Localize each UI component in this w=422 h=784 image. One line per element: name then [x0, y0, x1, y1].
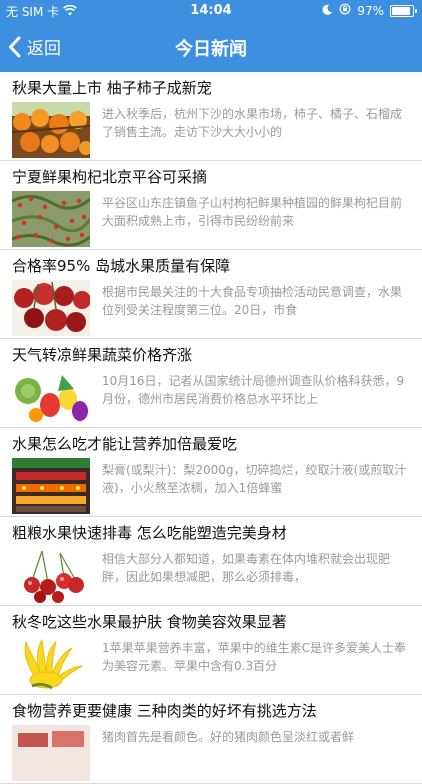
navigation-bar: 返回 今日新闻 — [0, 22, 422, 72]
news-summary: 1苹果苹果营养丰富，苹果中的维生素C是许多爱美人士奉为美容元素。苹果中含有0.3… — [102, 641, 407, 673]
news-item[interactable]: 天气转凉鲜果蔬菜价格齐涨 10月16日，记者从国家统计局德州调查队价格科获悉，9… — [0, 339, 422, 428]
news-title: 宁夏鲜果枸杞北京平谷可采摘 — [12, 168, 208, 186]
moon-icon — [322, 4, 333, 18]
news-summary: 相信大部分人都知道，如果毒素在体内堆积就会出现肥胖，因此如果想减肥，那么必须排毒… — [102, 552, 391, 584]
news-summary: 根据市民最关注的十大食品专项抽检活动民意调查，水果位列受关注程度第三位。20日，… — [102, 285, 403, 317]
news-item[interactable]: 秋果大量上市 柚子柿子成新宠 进入秋季后，杭州下沙的水果市场，柿子、橘子、石榴成… — [0, 72, 422, 161]
status-right: 97% — [322, 3, 417, 18]
battery-icon — [390, 4, 417, 17]
news-summary: 梨膏(或梨汁)：梨2000g，切碎捣烂，绞取汁液(或煎取汁液)，小火熬至浓稠，加… — [102, 463, 407, 495]
meat-image — [12, 725, 90, 781]
red-cherries-image — [12, 547, 90, 603]
vegetables-image — [12, 369, 90, 425]
news-item[interactable]: 合格率95% 岛城水果质量有保障 根据市民最关注的十大食品专项抽检活动民意调查，… — [0, 250, 422, 339]
news-summary: 平谷区山东庄镇鱼子山村枸杞鲜果种植园的鲜果枸杞目前大面积成熟上市，引得市民纷纷前… — [102, 196, 403, 228]
news-summary: 猪肉首先是看颜色。好的猪肉颜色呈淡红或者鲜 — [102, 730, 355, 744]
news-title: 合格率95% 岛城水果质量有保障 — [12, 257, 231, 275]
goji-berries-image — [12, 191, 90, 247]
news-item[interactable]: 水果怎么吃才能让营养加倍最爱吃 梨膏(或梨汁)：梨2000g，切碎捣烂，绞取汁液… — [0, 428, 422, 517]
news-item[interactable]: 宁夏鲜果枸杞北京平谷可采摘 平谷区山东庄镇鱼子山村枸杞鲜果种植园的鲜果枸杞目前大… — [0, 161, 422, 250]
battery-percent: 97% — [357, 3, 384, 18]
news-item[interactable]: 粗粮水果快速排毒 怎么吃能塑造完美身材 相信大部分人都知道，如果毒素在体内堆积就… — [0, 517, 422, 606]
news-summary: 进入秋季后，杭州下沙的水果市场，柿子、橘子、石榴成了销售主流。走访下沙大大小小的 — [102, 107, 403, 139]
rotation-lock-icon — [339, 3, 351, 18]
news-item[interactable]: 食物营养更要健康 三种肉类的好坏有挑选方法 猪肉首先是看颜色。好的猪肉颜色呈淡红… — [0, 695, 422, 784]
persimmons-image — [12, 102, 90, 158]
news-list: 秋果大量上市 柚子柿子成新宠 进入秋季后，杭州下沙的水果市场，柿子、橘子、石榴成… — [0, 72, 422, 784]
news-item[interactable]: 秋冬吃这些水果最护肤 食物美容效果显著 1苹果苹果营养丰富，苹果中的维生素C是许… — [0, 606, 422, 695]
news-title: 秋果大量上市 柚子柿子成新宠 — [12, 79, 212, 97]
news-title: 水果怎么吃才能让营养加倍最爱吃 — [12, 435, 238, 453]
news-title: 秋冬吃这些水果最护肤 食物美容效果显著 — [12, 613, 287, 631]
status-bar: 无 SIM 卡 14:04 97% — [0, 0, 422, 22]
news-title: 天气转凉鲜果蔬菜价格齐涨 — [12, 346, 193, 364]
news-title: 粗粮水果快速排毒 怎么吃能塑造完美身材 — [12, 524, 287, 542]
news-summary: 10月16日，记者从国家统计局德州调查队价格科获悉，9月份，德州市居民消费价格总… — [102, 374, 405, 406]
page-title: 今日新闻 — [175, 39, 247, 60]
buddhas-hand-image — [12, 636, 90, 692]
cherries-image — [12, 280, 90, 336]
news-title: 食物营养更要健康 三种肉类的好坏有挑选方法 — [12, 702, 317, 720]
fruit-shop-image — [12, 458, 90, 514]
